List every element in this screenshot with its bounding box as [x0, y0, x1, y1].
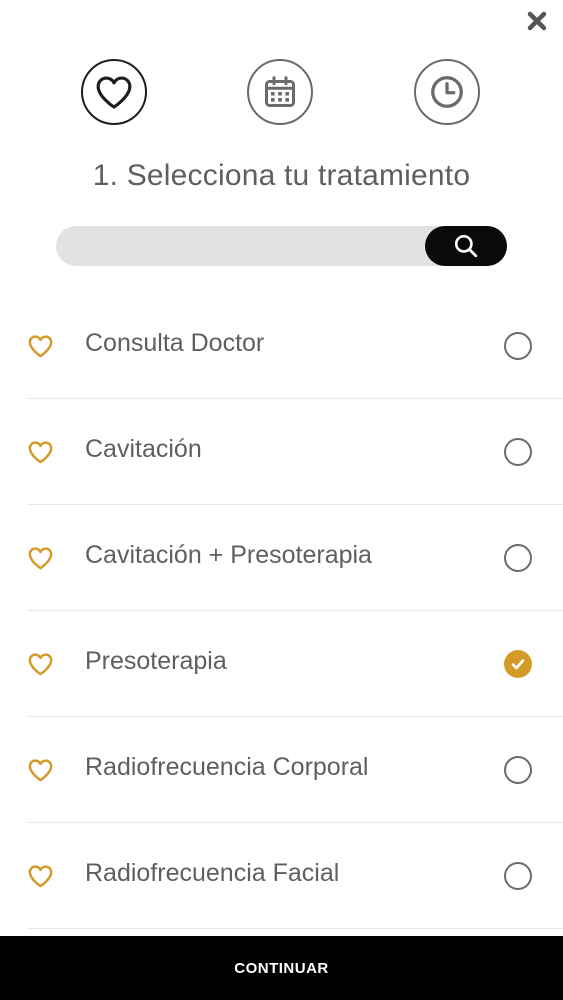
treatment-item-radiofrecuencia-facial[interactable]: Radiofrecuencia Facial	[0, 823, 563, 929]
page-title: 1. Selecciona tu tratamiento	[92, 159, 471, 192]
treatment-item-consulta-doctor[interactable]: Consulta Doctor	[0, 293, 563, 399]
treatment-item-radiofrecuencia-corporal[interactable]: Radiofrecuencia Corporal	[0, 717, 563, 823]
search-icon	[454, 234, 478, 258]
treatment-label: Cavitación + Presoterapia	[85, 541, 372, 569]
treatment-item-cavitacion-presoterapia[interactable]: Cavitación + Presoterapia	[0, 505, 563, 611]
radio-button[interactable]	[504, 756, 532, 784]
treatment-label: Consulta Doctor	[85, 329, 265, 357]
clock-icon	[431, 76, 463, 108]
heart-icon	[28, 759, 53, 782]
treatment-label: Cavitación	[85, 435, 202, 463]
heart-icon	[28, 441, 53, 464]
heart-icon	[96, 76, 132, 109]
calendar-icon	[265, 76, 295, 107]
search-button[interactable]	[425, 226, 507, 266]
treatment-list: Consulta Doctor Cavitación Cavitación + …	[0, 293, 563, 929]
step-treatment[interactable]	[81, 59, 147, 125]
treatment-item-presoterapia[interactable]: Presoterapia	[0, 611, 563, 717]
treatment-selection-screen: 1. Selecciona tu tratamiento Consulta Do…	[0, 0, 563, 1000]
step-date[interactable]	[247, 59, 313, 125]
treatment-label: Radiofrecuencia Facial	[85, 859, 340, 887]
radio-button[interactable]	[504, 332, 532, 360]
radio-button[interactable]	[504, 862, 532, 890]
continue-button[interactable]: CONTINUAR	[0, 936, 563, 1000]
search-input[interactable]	[72, 226, 412, 266]
treatment-label: Radiofrecuencia Corporal	[85, 753, 369, 781]
heart-icon	[28, 865, 53, 888]
treatment-label: Presoterapia	[85, 647, 227, 675]
radio-button[interactable]	[504, 544, 532, 572]
close-button[interactable]	[524, 8, 550, 34]
treatment-item-cavitacion[interactable]: Cavitación	[0, 399, 563, 505]
heart-icon	[28, 653, 53, 676]
heart-icon	[28, 335, 53, 358]
step-time[interactable]	[414, 59, 480, 125]
checkmark-icon	[511, 659, 525, 670]
radio-button[interactable]	[504, 438, 532, 466]
radio-button-selected[interactable]	[504, 650, 532, 678]
search-bar	[56, 226, 507, 266]
continue-label: CONTINUAR	[234, 959, 329, 977]
close-icon	[527, 11, 547, 31]
heart-icon	[28, 547, 53, 570]
